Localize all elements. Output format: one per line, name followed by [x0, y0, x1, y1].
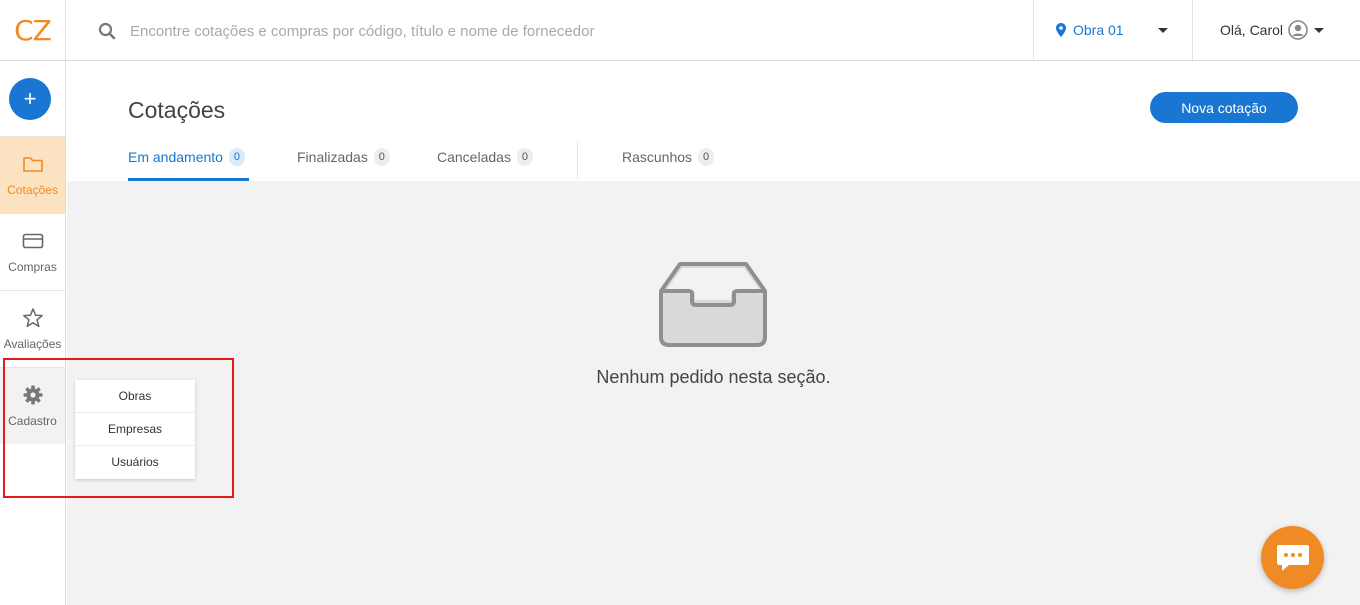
tab-count-badge: 0 — [516, 148, 533, 166]
sidebar-item-compras[interactable]: Compras — [0, 213, 65, 290]
map-pin-icon — [1056, 23, 1066, 37]
tab-em-andamento[interactable]: Em andamento 0 — [128, 143, 249, 181]
tab-label: Finalizadas — [297, 149, 368, 165]
sidebar: + Cotações Compras Avaliações Cadastro — [0, 61, 66, 605]
page-title: Cotações — [128, 97, 226, 123]
chevron-down-icon — [1314, 28, 1324, 33]
logo-container[interactable]: CZ — [0, 0, 66, 60]
credit-card-icon — [22, 233, 43, 249]
inbox-tray-icon — [659, 262, 767, 347]
sidebar-item-avaliacoes[interactable]: Avaliações — [0, 290, 65, 367]
folder-icon — [22, 157, 43, 172]
user-greeting: Olá, Carol — [1220, 22, 1284, 38]
tab-label: Canceladas — [437, 149, 511, 165]
obra-selector-label: Obra 01 — [1073, 22, 1124, 38]
user-circle-icon — [1288, 20, 1308, 40]
new-quote-button[interactable]: Nova cotação — [1150, 92, 1298, 123]
sidebar-item-label: Avaliações — [3, 337, 62, 351]
sidebar-item-label: Compras — [8, 260, 57, 274]
content-area: Nenhum pedido nesta seção. — [67, 181, 1360, 605]
empty-state-message: Nenhum pedido nesta seção. — [596, 367, 831, 387]
star-icon — [22, 308, 43, 328]
tab-count-badge: 0 — [373, 148, 390, 166]
main-header: Cotações Nova cotação Em andamento 0 Fin… — [67, 61, 1360, 181]
tab-count-badge: 0 — [698, 148, 715, 166]
highlight-annotation-box — [3, 358, 234, 498]
tab-finalizadas[interactable]: Finalizadas 0 — [297, 143, 390, 181]
tab-label: Em andamento — [128, 149, 223, 165]
top-bar: CZ Obra 01 Olá, Carol — [0, 0, 1360, 61]
tab-count-badge: 0 — [228, 148, 245, 166]
search-input[interactable] — [130, 18, 1010, 44]
add-button[interactable]: + — [9, 78, 51, 120]
tab-label: Rascunhos — [622, 149, 693, 165]
tab-rascunhos[interactable]: Rascunhos 0 — [622, 143, 715, 181]
user-menu[interactable]: Olá, Carol — [1206, 0, 1360, 60]
obra-selector[interactable]: Obra 01 — [1033, 0, 1193, 60]
chat-button[interactable] — [1261, 526, 1324, 589]
tab-canceladas[interactable]: Canceladas 0 — [437, 143, 533, 181]
tab-divider — [577, 141, 578, 179]
chevron-down-icon — [1158, 28, 1168, 33]
sidebar-item-cotacoes[interactable]: Cotações — [0, 136, 65, 213]
app-root: CZ Obra 01 Olá, Carol + — [0, 0, 1360, 605]
chat-bubble-icon — [1276, 544, 1309, 571]
search-icon — [98, 22, 116, 40]
cz-logo[interactable]: CZ — [14, 14, 52, 47]
sidebar-item-label: Cotações — [7, 183, 58, 197]
